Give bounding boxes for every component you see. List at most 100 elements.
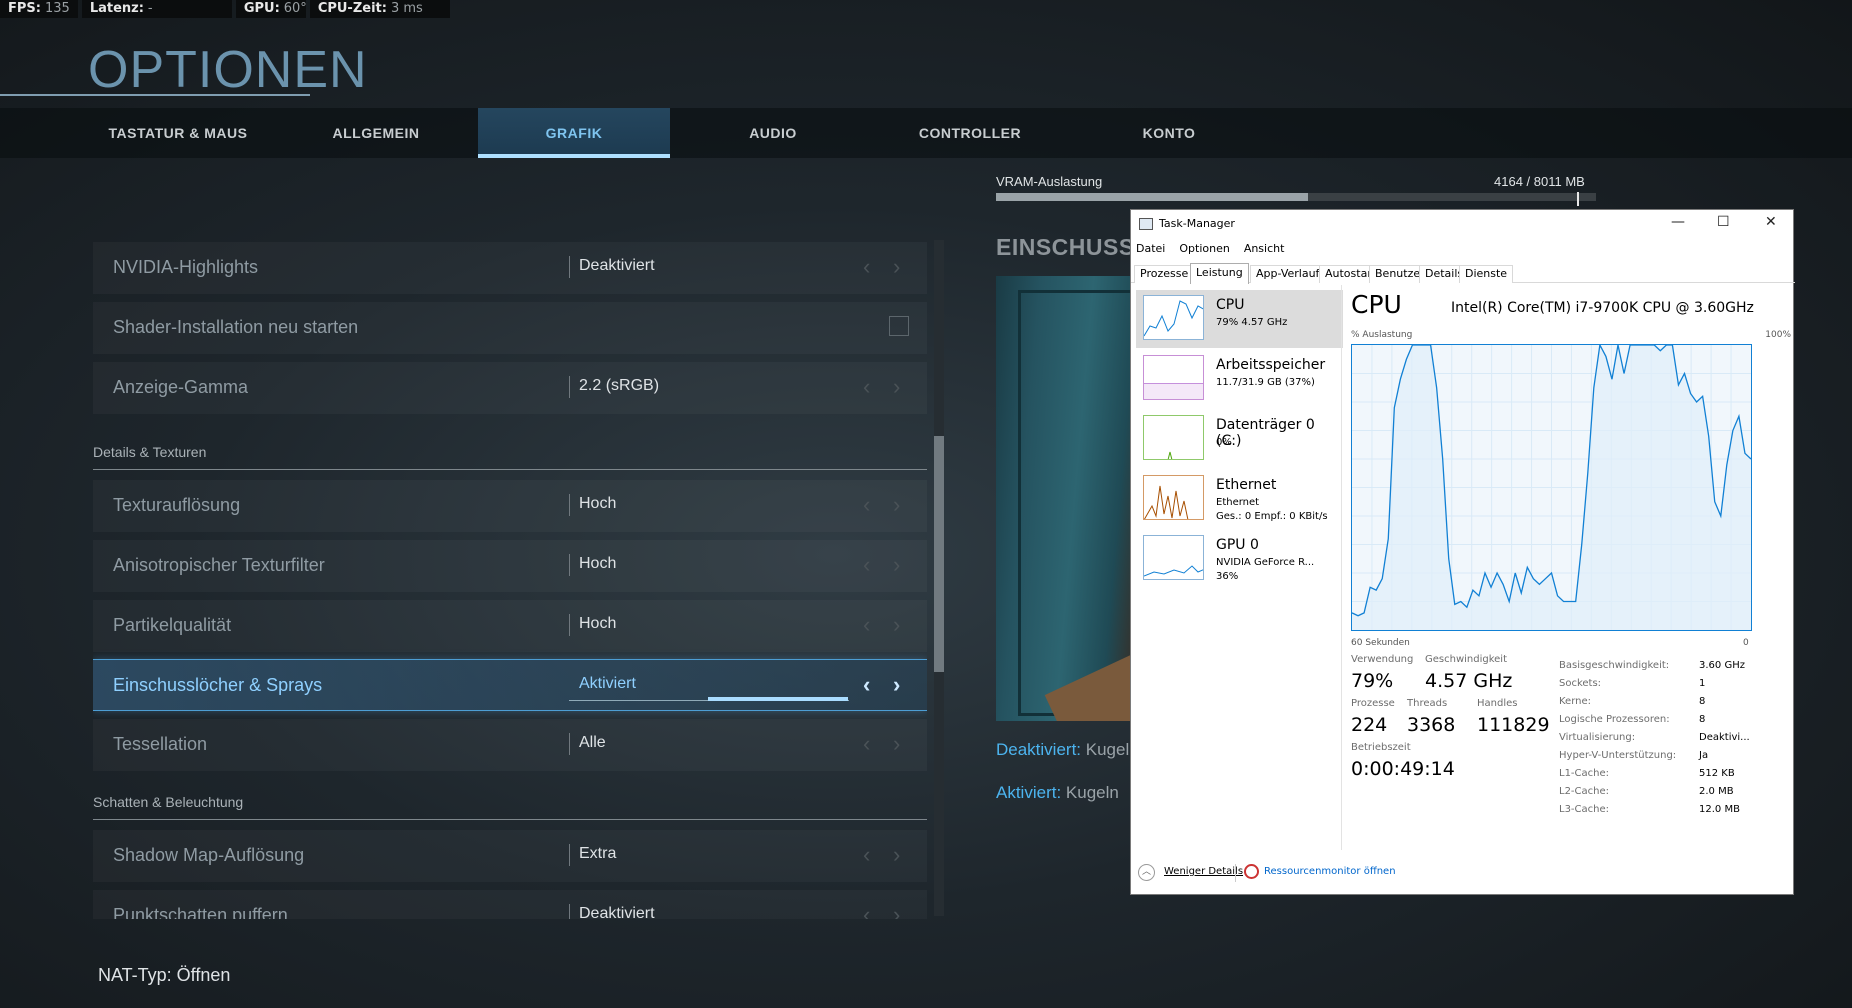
chevron-right-icon[interactable]: ›: [893, 612, 900, 638]
sidebar-item-label: Arbeitsspeicher: [1216, 357, 1326, 373]
spec-value: 2.0 MB: [1699, 786, 1734, 797]
tab-controller[interactable]: CONTROLLER: [900, 108, 1040, 158]
menu-file[interactable]: Datei: [1136, 242, 1165, 255]
setting-texture-resolution[interactable]: Texturauflösung Hoch ‹ ›: [93, 480, 927, 532]
ethernet-thumbnail-graph: [1143, 475, 1204, 520]
cpu-time-readout: CPU-Zeit: 3 ms: [309, 0, 450, 18]
detail-enabled-desc: Aktiviert: Kugeln: [996, 783, 1130, 803]
setting-bullet-holes-sprays[interactable]: Einschusslöcher & Sprays Aktiviert ‹ ›: [93, 659, 927, 711]
sidebar-item-memory[interactable]: Arbeitsspeicher 11.7/31.9 GB (37%): [1136, 350, 1343, 408]
detail-disabled-desc: Deaktiviert: Kugeln: [996, 740, 1130, 760]
setting-anisotropic-filter[interactable]: Anisotropischer Texturfilter Hoch ‹ ›: [93, 540, 927, 592]
tab-app-history[interactable]: App-Verlauf: [1250, 265, 1326, 283]
tab-services[interactable]: Dienste: [1459, 265, 1514, 283]
setting-value: Hoch: [579, 615, 617, 632]
setting-tessellation[interactable]: Tessellation Alle ‹ ›: [93, 719, 927, 771]
setting-label: NVIDIA-Highlights: [113, 257, 259, 277]
tab-audio[interactable]: AUDIO: [700, 108, 846, 158]
chevron-left-icon[interactable]: ‹: [863, 902, 870, 919]
sidebar-item-cpu[interactable]: CPU 79% 4.57 GHz: [1136, 290, 1343, 348]
spec-value: 1: [1699, 678, 1706, 689]
fewer-details-link[interactable]: Weniger Details: [1164, 866, 1243, 877]
detail-key: Deaktiviert:: [996, 740, 1082, 759]
chevron-right-icon[interactable]: ›: [893, 902, 900, 919]
setting-display-gamma[interactable]: Anzeige-Gamma 2.2 (sRGB) ‹ ›: [93, 362, 927, 414]
stat-label: Verwendung: [1351, 654, 1414, 665]
menu-options[interactable]: Optionen: [1179, 242, 1229, 255]
setting-value: Hoch: [579, 555, 617, 572]
task-manager-window[interactable]: Task-Manager — ☐ ✕ Datei Optionen Ansich…: [1130, 209, 1795, 895]
chevron-left-icon[interactable]: ‹: [863, 612, 870, 638]
spec-label: Basisgeschwindigkeit:: [1559, 660, 1670, 671]
divider: [569, 554, 570, 576]
settings-scrollbar[interactable]: [934, 240, 944, 916]
chevron-right-icon[interactable]: ›: [893, 374, 900, 400]
scrollbar-thumb[interactable]: [934, 436, 944, 672]
title-bar[interactable]: Task-Manager — ☐ ✕: [1131, 210, 1795, 238]
sidebar-divider: [1341, 285, 1342, 850]
chevron-right-icon[interactable]: ›: [893, 731, 900, 757]
spec-value: 12.0 MB: [1699, 804, 1740, 815]
tab-keyboard-mouse[interactable]: TASTATUR & MAUS: [96, 108, 260, 158]
chevron-right-icon[interactable]: ›: [893, 254, 900, 280]
task-manager-icon: [1139, 218, 1153, 230]
chevron-right-icon[interactable]: ›: [893, 552, 900, 578]
nat-type-status: NAT-Typ: Öffnen: [98, 965, 231, 985]
menu-view[interactable]: Ansicht: [1244, 242, 1285, 255]
setting-nvidia-highlights[interactable]: NVIDIA-Highlights Deaktiviert ‹ ›: [93, 242, 927, 294]
sidebar-item-disk[interactable]: Datenträger 0 (C:) 0%: [1136, 410, 1343, 468]
chevron-left-icon[interactable]: ‹: [863, 731, 870, 757]
chevron-left-icon[interactable]: ‹: [863, 492, 870, 518]
stat-threads: 3368: [1407, 714, 1456, 736]
tab-graphics[interactable]: GRAFIK: [478, 108, 670, 158]
sidebar-item-label: Ethernet: [1216, 477, 1277, 493]
setting-particle-quality[interactable]: Partikelqualität Hoch ‹ ›: [93, 600, 927, 652]
chevron-right-icon[interactable]: ›: [893, 492, 900, 518]
spec-value: 512 KB: [1699, 768, 1735, 779]
spec-label: Virtualisierung:: [1559, 732, 1636, 743]
chevron-up-icon[interactable]: ︿: [1138, 864, 1155, 881]
chevron-left-icon[interactable]: ‹: [863, 672, 870, 698]
gpu-readout: GPU: 60°: [235, 0, 307, 18]
setting-point-shadow-caching[interactable]: Punktschatten puffern Deaktiviert ‹ ›: [93, 890, 927, 919]
chevron-right-icon[interactable]: ›: [893, 672, 900, 698]
setting-shadow-map-resolution[interactable]: Shadow Map-Auflösung Extra ‹ ›: [93, 830, 927, 882]
sidebar-item-detail: 36%: [1216, 571, 1239, 582]
stat-label: Threads: [1407, 698, 1448, 709]
maximize-button[interactable]: ☐: [1717, 214, 1730, 230]
tab-general[interactable]: ALLGEMEIN: [300, 108, 452, 158]
fps-readout: FPS: 135: [0, 0, 78, 18]
spec-value: 8: [1699, 696, 1706, 707]
tab-performance[interactable]: Leistung: [1190, 263, 1249, 284]
section-divider: [93, 819, 927, 820]
tab-processes[interactable]: Prozesse: [1134, 265, 1195, 283]
chevron-right-icon[interactable]: ›: [893, 842, 900, 868]
setting-label: Einschusslöcher & Sprays: [113, 675, 323, 695]
stat-label: Handles: [1477, 698, 1518, 709]
title-underline: [0, 94, 310, 96]
setting-value: Extra: [579, 845, 617, 862]
chevron-left-icon[interactable]: ‹: [863, 552, 870, 578]
close-button[interactable]: ✕: [1765, 214, 1777, 230]
sidebar-item-detail: Ethernet: [1216, 497, 1260, 508]
detail-heading: EINSCHUSSLÖCHER & SPRAYS: [996, 234, 1134, 260]
sidebar-item-ethernet[interactable]: Ethernet Ethernet Ges.: 0 Empf.: 0 KBit/…: [1136, 470, 1343, 528]
chevron-left-icon[interactable]: ‹: [863, 374, 870, 400]
vram-usage-fill: [996, 193, 1308, 201]
spec-row: Sockets: 1: [1559, 678, 1799, 694]
divider: [569, 733, 570, 755]
minimize-button[interactable]: —: [1671, 214, 1685, 230]
latency-readout: Latenz: -: [81, 0, 232, 18]
spec-label: L2-Cache:: [1559, 786, 1610, 797]
cpu-utilization-graph: [1351, 342, 1752, 631]
tab-account[interactable]: KONTO: [1100, 108, 1238, 158]
external-link-icon[interactable]: [889, 316, 909, 336]
section-title: Schatten & Beleuchtung: [93, 794, 244, 810]
chevron-left-icon[interactable]: ‹: [863, 254, 870, 280]
sidebar-item-gpu[interactable]: GPU 0 NVIDIA GeForce R... 36%: [1136, 530, 1343, 588]
setting-restart-shader-install[interactable]: Shader-Installation neu starten: [93, 302, 927, 354]
chevron-left-icon[interactable]: ‹: [863, 842, 870, 868]
open-resource-monitor-link[interactable]: Ressourcenmonitor öffnen: [1264, 866, 1396, 877]
setting-label: Anzeige-Gamma: [113, 377, 249, 397]
disk-thumbnail-graph: [1143, 415, 1204, 460]
